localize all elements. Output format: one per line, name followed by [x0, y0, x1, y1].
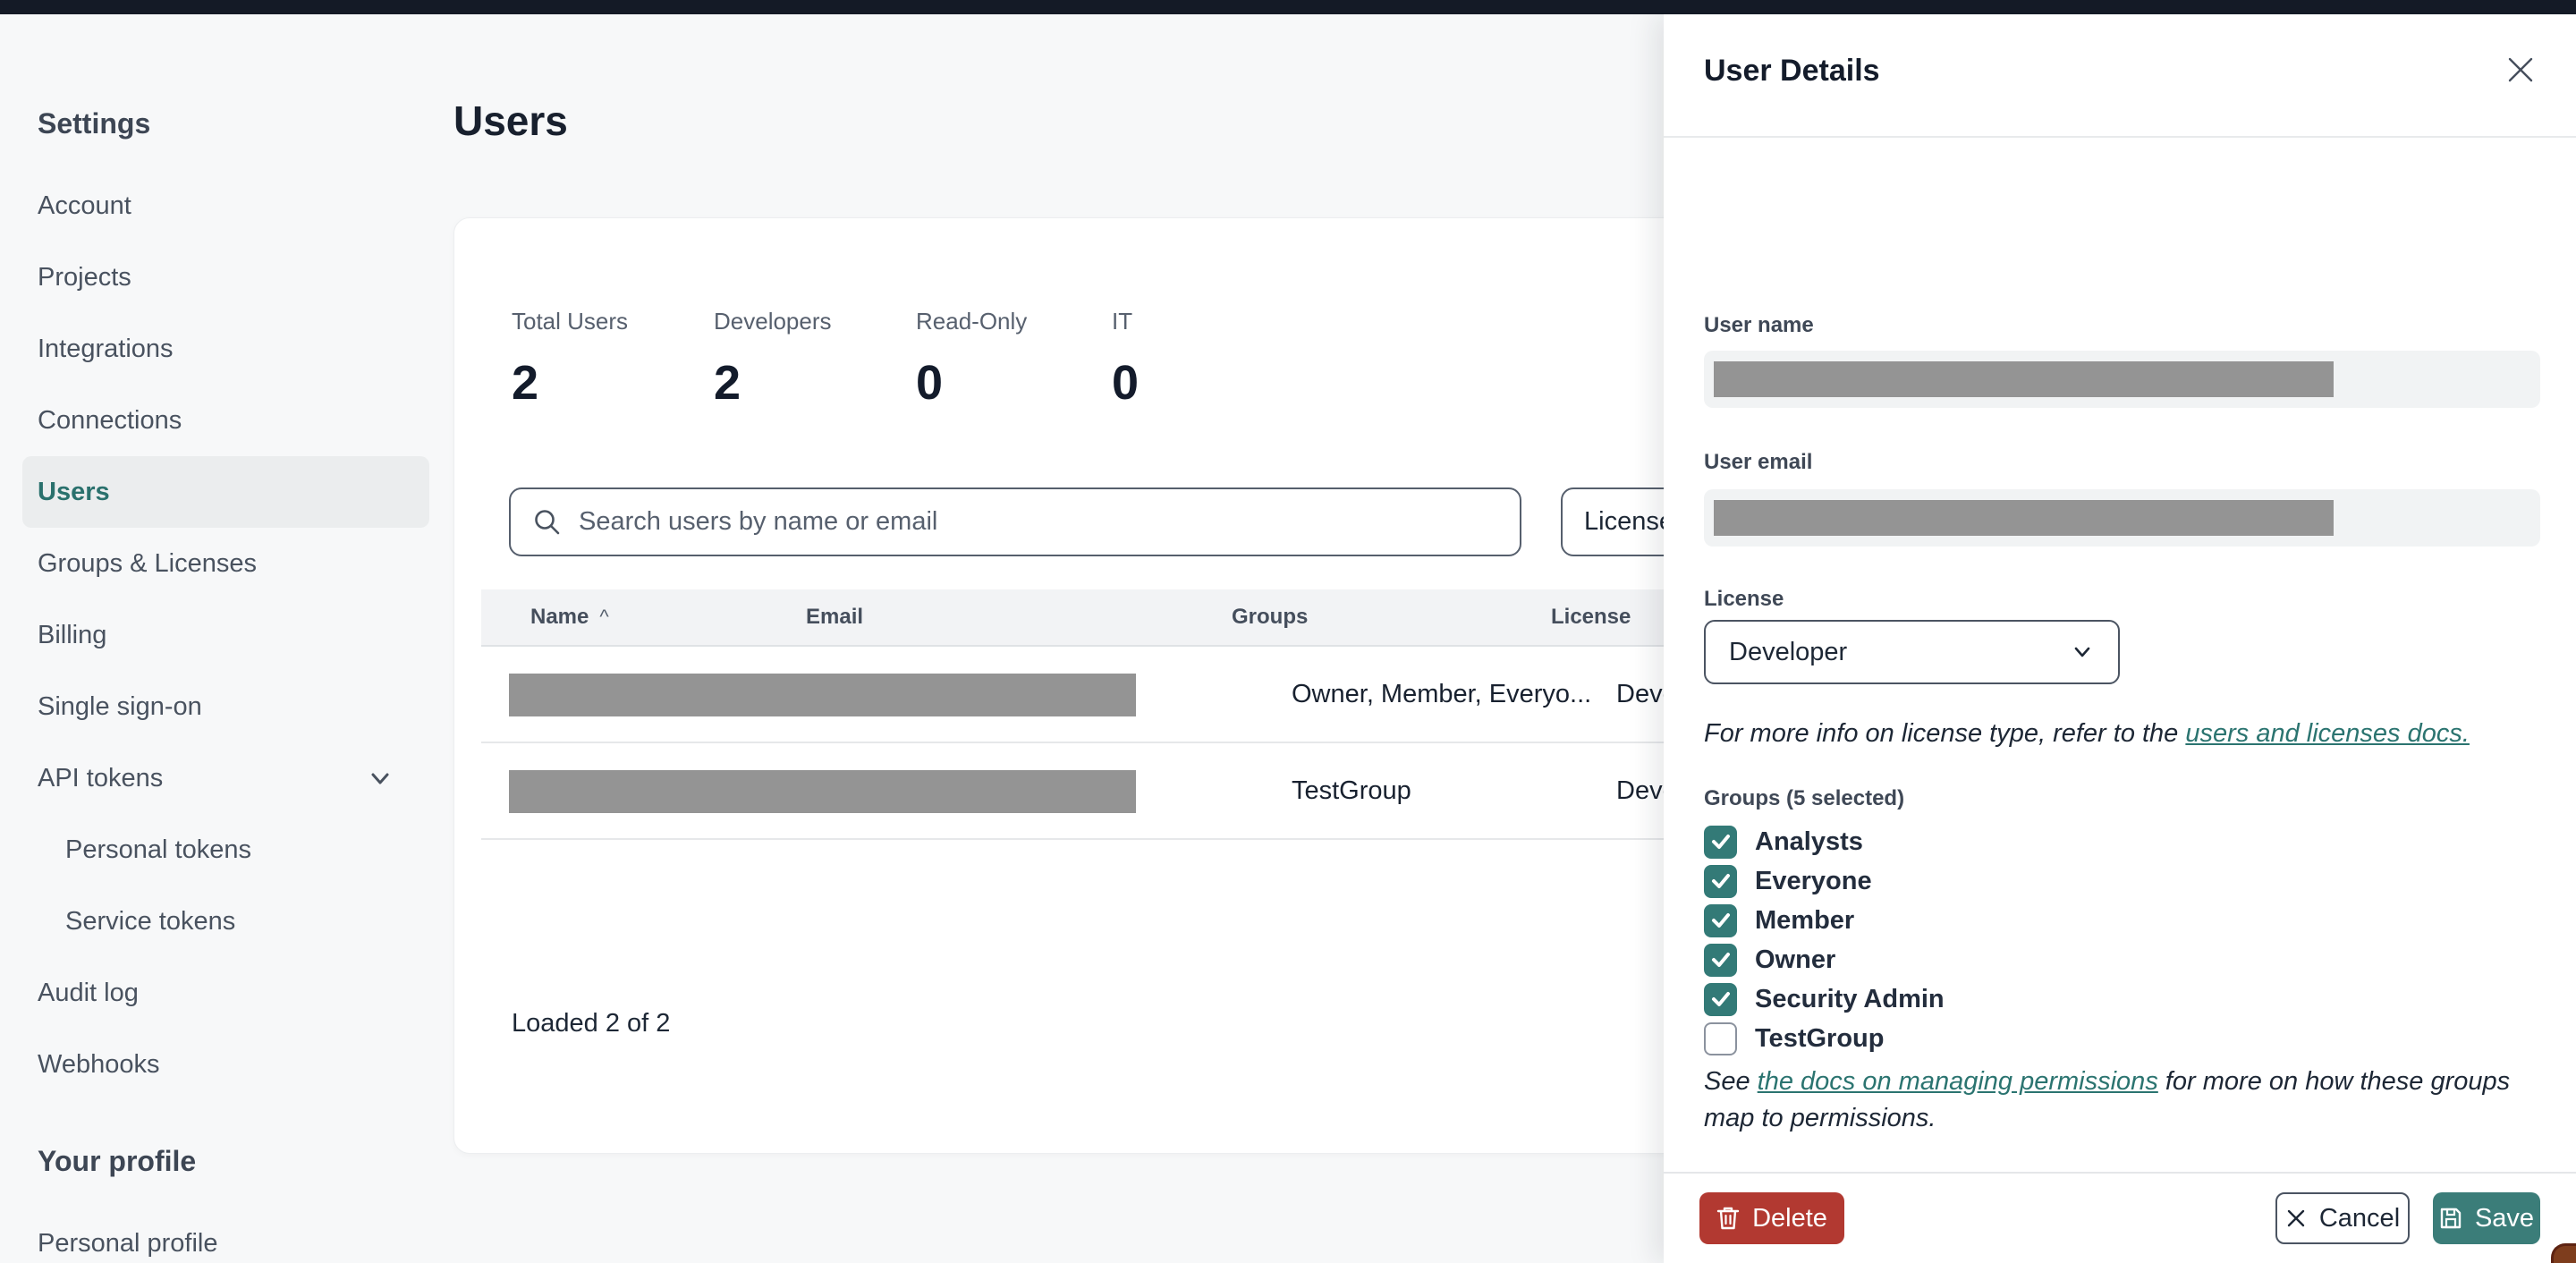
- cell-groups: TestGroup: [1292, 776, 1411, 805]
- loaded-status: Loaded 2 of 2: [512, 1009, 671, 1038]
- user-stats: Total Users 2 Developers 2 Read-Only 0 I…: [512, 308, 1139, 411]
- table-controls: License: [509, 487, 1731, 556]
- user-email-field[interactable]: [1704, 489, 2540, 547]
- group-checkbox-testgroup[interactable]: TestGroup: [1704, 1019, 1945, 1058]
- sidebar-item-audit-log[interactable]: Audit log: [22, 957, 429, 1029]
- checkbox-icon: [1704, 903, 1737, 937]
- user-name-field[interactable]: [1704, 351, 2540, 408]
- column-header-groups[interactable]: Groups: [1232, 605, 1551, 630]
- sidebar-item-billing[interactable]: Billing: [22, 599, 429, 671]
- stat-read-only: Read-Only 0: [916, 308, 1028, 410]
- group-checkbox-everyone[interactable]: Everyone: [1704, 861, 1945, 901]
- table-header-row: Name ^ Email Groups License: [481, 589, 1700, 647]
- sidebar-item-projects[interactable]: Projects: [22, 242, 429, 313]
- cell-groups: Owner, Member, Everyo...: [1292, 679, 1592, 708]
- stat-developers: Developers 2: [714, 308, 832, 410]
- checkbox-icon: [1704, 982, 1737, 1016]
- group-checkbox-analysts[interactable]: Analysts: [1704, 822, 1945, 861]
- checkbox-icon: [1704, 825, 1737, 859]
- sidebar-item-api-tokens[interactable]: API tokens: [22, 742, 429, 814]
- user-name-label: User name: [1704, 313, 1814, 337]
- table-row[interactable]: TestGroup Developer: [481, 743, 1734, 840]
- redacted-user-email: [1714, 500, 2334, 536]
- save-icon: [2440, 1208, 2462, 1229]
- sidebar-item-connections[interactable]: Connections: [22, 385, 429, 456]
- stat-it: IT 0: [1112, 308, 1140, 410]
- redacted-name-email: [509, 770, 1136, 813]
- column-header-name[interactable]: Name ^: [481, 605, 806, 630]
- checkbox-icon: [1704, 1021, 1737, 1055]
- users-table: Name ^ Email Groups License Owner, Membe…: [481, 589, 1734, 840]
- panel-title: User Details: [1704, 54, 1880, 88]
- user-details-panel: User Details User name User email Licens…: [1664, 14, 2576, 1263]
- sidebar-item-groups-licenses[interactable]: Groups & Licenses: [22, 528, 429, 599]
- column-header-email[interactable]: Email: [806, 605, 1232, 630]
- stat-total-users: Total Users 2: [512, 308, 629, 410]
- sidebar-heading-settings: Settings: [38, 107, 151, 140]
- save-button[interactable]: Save: [2433, 1192, 2540, 1244]
- users-licenses-docs-link[interactable]: users and licenses docs.: [2185, 719, 2470, 748]
- chevron-down-icon: [367, 765, 394, 792]
- sort-ascending-icon: ^: [599, 606, 609, 628]
- user-search-box[interactable]: [509, 487, 1521, 556]
- page-title: Users: [453, 97, 568, 144]
- table-row[interactable]: Owner, Member, Everyo... Developer: [481, 647, 1734, 743]
- trash-icon: [1716, 1207, 1740, 1230]
- chevron-down-icon: [2070, 640, 2095, 665]
- sidebar-item-service-tokens[interactable]: Service tokens: [22, 886, 429, 957]
- license-note: For more info on license type, refer to …: [1704, 719, 2470, 748]
- license-select-value: Developer: [1729, 637, 1848, 666]
- redacted-name-email: [509, 674, 1136, 716]
- group-checkbox-owner[interactable]: Owner: [1704, 940, 1945, 979]
- search-icon: [535, 509, 560, 534]
- search-input[interactable]: [579, 507, 1498, 537]
- corner-decoration: [2551, 1243, 2576, 1263]
- users-card: Total Users 2 Developers 2 Read-Only 0 I…: [453, 217, 1734, 1154]
- license-label: License: [1704, 587, 1784, 611]
- groups-checkbox-list: Analysts Everyone Member Owner Security …: [1704, 822, 1945, 1058]
- sidebar-item-users[interactable]: Users: [22, 456, 429, 528]
- close-icon: [2287, 1209, 2305, 1227]
- panel-footer: Delete Cancel Save: [1664, 1172, 2576, 1263]
- permissions-note: See the docs on managing permissions for…: [1704, 1067, 2511, 1132]
- checkbox-icon: [1704, 864, 1737, 898]
- delete-button[interactable]: Delete: [1699, 1192, 1844, 1244]
- checkbox-icon: [1704, 943, 1737, 977]
- sidebar-item-personal-tokens[interactable]: Personal tokens: [22, 814, 429, 886]
- sidebar-item-account[interactable]: Account: [22, 170, 429, 242]
- sidebar-item-single-sign-on[interactable]: Single sign-on: [22, 671, 429, 742]
- panel-header: User Details: [1664, 14, 2576, 138]
- group-checkbox-member[interactable]: Member: [1704, 901, 1945, 940]
- cancel-button[interactable]: Cancel: [2275, 1192, 2410, 1244]
- sidebar-item-webhooks[interactable]: Webhooks: [22, 1029, 429, 1100]
- groups-label: Groups (5 selected): [1704, 786, 1905, 810]
- sidebar-heading-your-profile: Your profile: [38, 1145, 197, 1177]
- sidebar-item-integrations[interactable]: Integrations: [22, 313, 429, 385]
- group-checkbox-security-admin[interactable]: Security Admin: [1704, 979, 1945, 1019]
- sidebar-item-personal-profile[interactable]: Personal profile: [22, 1208, 429, 1263]
- license-select[interactable]: Developer: [1704, 620, 2120, 684]
- user-email-label: User email: [1704, 450, 1813, 474]
- top-window-bar: [0, 0, 2576, 14]
- app-root: Settings Account Projects Integrations C…: [0, 0, 2576, 1263]
- settings-sidebar: Settings Account Projects Integrations C…: [0, 14, 452, 1263]
- redacted-user-name: [1714, 361, 2334, 397]
- close-icon[interactable]: [2501, 50, 2540, 89]
- managing-permissions-docs-link[interactable]: the docs on managing permissions: [1758, 1067, 2158, 1096]
